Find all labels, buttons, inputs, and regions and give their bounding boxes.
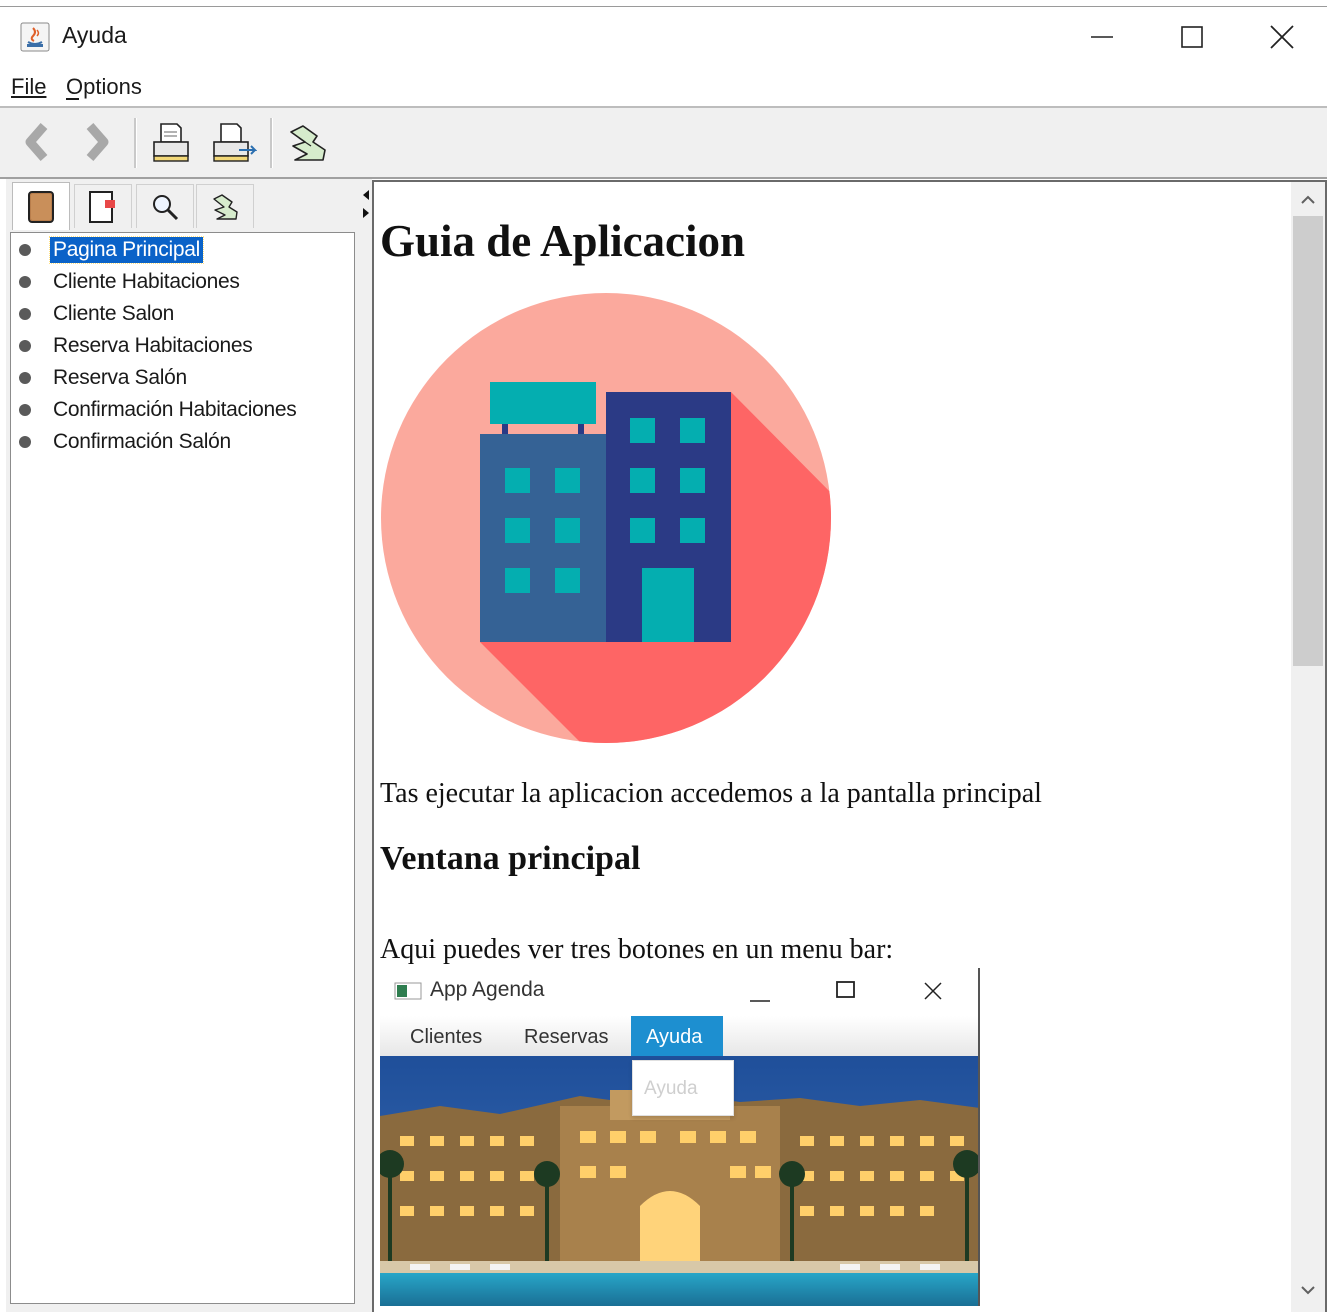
scroll-down-button[interactable] [1291, 1276, 1325, 1304]
app-menu-clientes: Clientes [410, 1026, 483, 1048]
tree-item-label: Reserva Salón [53, 366, 187, 389]
tab-favorites[interactable] [196, 184, 254, 228]
tab-search[interactable] [136, 184, 194, 228]
chevron-down-icon [1301, 1286, 1315, 1295]
tree-item[interactable]: Confirmación Habitaciones [18, 394, 299, 426]
tree-node-icon [19, 404, 31, 416]
toolbar-separator [134, 118, 137, 168]
menu-options-label: Options [66, 74, 142, 99]
collapse-left-icon[interactable] [361, 186, 371, 205]
tree-item-label: Cliente Salon [53, 302, 175, 325]
tree-item[interactable]: Reserva Salón [18, 362, 190, 394]
minimize-icon [1091, 36, 1113, 38]
app-menu-ayuda: Ayuda [646, 1026, 703, 1048]
intro-paragraph: Tas ejecutar la aplicacion accedemos a l… [380, 778, 1042, 809]
app-screenshot: App Agenda Clientes Reservas Ayuda Ayuda [380, 968, 980, 1306]
maximize-button[interactable] [1146, 7, 1238, 67]
page-setup-button[interactable] [207, 114, 259, 170]
window-title: Ayuda [62, 22, 127, 48]
splitter[interactable] [362, 179, 372, 1312]
forward-button[interactable] [70, 114, 122, 170]
toolbar [0, 108, 1327, 178]
menu-options[interactable]: Options [66, 74, 142, 100]
page-setup-icon [213, 123, 257, 162]
chevron-up-icon [1301, 195, 1315, 204]
app-window-icon [394, 982, 422, 1004]
tree-node-icon [19, 340, 31, 352]
tab-contents[interactable] [12, 182, 70, 230]
scrollbar-thumb[interactable] [1293, 216, 1323, 666]
tree-node-icon [19, 244, 31, 256]
forward-arrow-icon [86, 123, 109, 161]
expand-right-icon[interactable] [361, 204, 371, 223]
app-title: App Agenda [430, 978, 545, 1001]
maximize-icon [1181, 26, 1203, 48]
ok-hand-icon [290, 125, 326, 161]
minimize-button[interactable] [1056, 7, 1148, 67]
tree-node-icon [19, 436, 31, 448]
close-button[interactable] [1236, 7, 1327, 67]
index-icon [89, 190, 115, 223]
back-arrow-icon [25, 123, 48, 161]
menu-options-mnemonic [66, 98, 79, 100]
app-dropdown-item: Ayuda [644, 1078, 698, 1099]
print-icon [153, 123, 189, 162]
tree-node-icon [19, 276, 31, 288]
app-maximize-icon [836, 981, 856, 1003]
book-icon [28, 190, 54, 223]
print-button[interactable] [145, 114, 197, 170]
tree-item-label: Reserva Habitaciones [53, 334, 253, 357]
add-favorite-button[interactable] [281, 114, 333, 170]
section-heading: Ventana principal [380, 840, 641, 877]
search-icon [153, 194, 179, 220]
toolbar-separator [270, 118, 273, 168]
tree-node-icon [19, 372, 31, 384]
tree-item-label: Pagina Principal [49, 236, 204, 264]
java-app-icon [20, 22, 50, 52]
tab-index[interactable] [74, 184, 132, 228]
favorites-icon [213, 193, 238, 220]
close-icon [1270, 25, 1294, 49]
hotel-building-icon [380, 292, 832, 744]
tree-item[interactable]: Confirmación Salón [18, 426, 234, 458]
app-menu-reservas: Reservas [524, 1026, 609, 1048]
app-close-icon [924, 982, 942, 1004]
app-minimize-icon [750, 988, 770, 1007]
tree-item-label: Cliente Habitaciones [53, 270, 240, 293]
tree-item-label: Confirmación Habitaciones [53, 398, 297, 421]
tree-item[interactable]: Cliente Habitaciones [18, 266, 243, 298]
tree-item[interactable]: Pagina Principal [18, 234, 204, 266]
tree-node-icon [19, 308, 31, 320]
tree-item[interactable]: Reserva Habitaciones [18, 330, 255, 362]
menu-file-label: File [11, 74, 47, 99]
menu-file[interactable]: File [11, 74, 46, 100]
scroll-up-button[interactable] [1291, 186, 1325, 214]
tree-item-label: Confirmación Salón [53, 430, 231, 453]
back-button[interactable] [12, 114, 64, 170]
menu-bar [0, 67, 1327, 107]
tree-item[interactable]: Cliente Salon [18, 298, 177, 330]
page-title: Guia de Aplicacion [380, 216, 746, 266]
menu-paragraph: Aqui puedes ver tres botones en un menu … [380, 934, 894, 965]
